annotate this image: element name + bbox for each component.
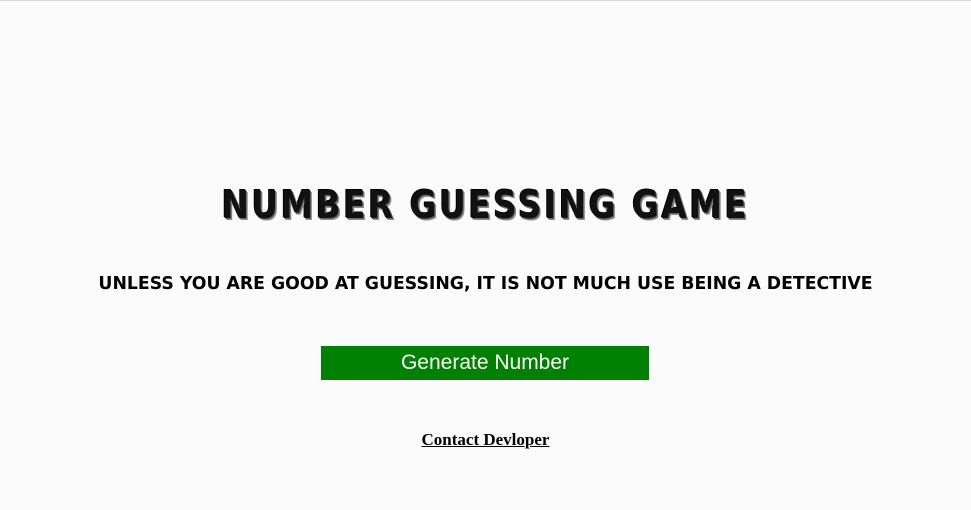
- page-title: NUMBER GUESSING GAME: [221, 183, 750, 227]
- page: NUMBER GUESSING GAME UNLESS YOU ARE GOOD…: [0, 0, 971, 510]
- generate-number-button[interactable]: Generate Number: [321, 346, 649, 380]
- contact-developer-link[interactable]: Contact Devloper: [422, 430, 550, 449]
- contact-section: Contact Devloper: [0, 430, 971, 450]
- tagline: UNLESS YOU ARE GOOD AT GUESSING, IT IS N…: [98, 273, 873, 294]
